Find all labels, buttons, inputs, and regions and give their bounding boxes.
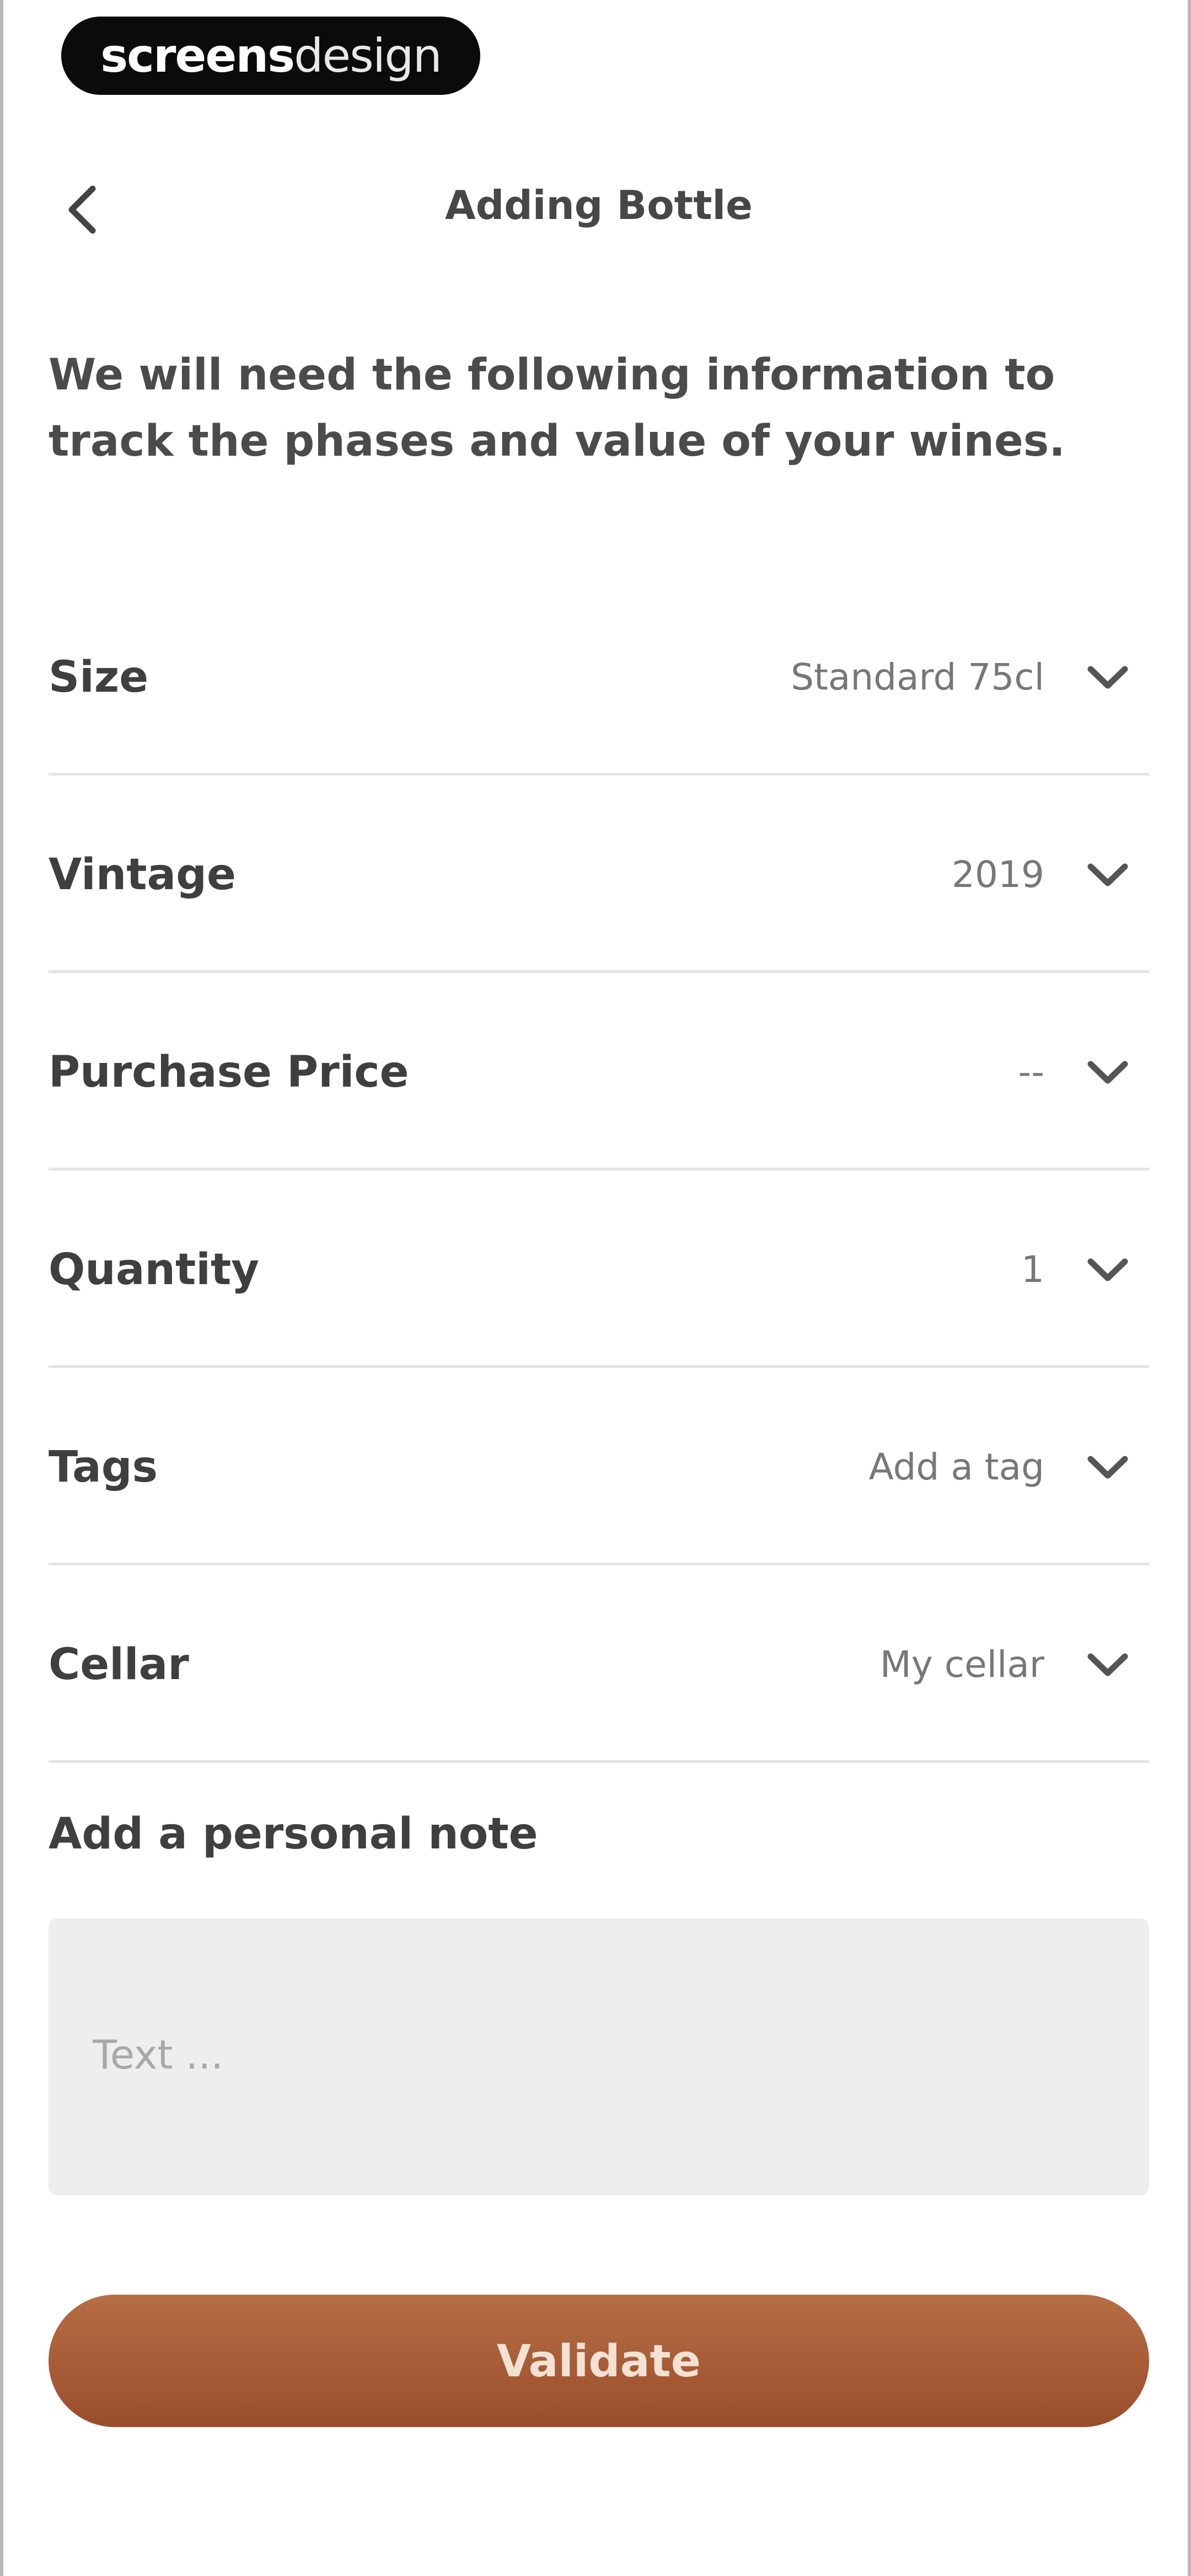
watermark-text-light: design [294,29,442,83]
field-label: Quantity [49,1245,260,1295]
field-row-purchase-price[interactable]: Purchase Price -- [49,974,1149,1171]
chevron-down-icon [1087,863,1128,886]
field-label: Tags [49,1442,158,1492]
field-label: Vintage [49,850,236,900]
field-row-cellar[interactable]: Cellar My cellar [49,1567,1149,1763]
field-row-quantity[interactable]: Quantity 1 [49,1172,1149,1368]
chevron-down-icon [1087,666,1128,689]
field-row-vintage[interactable]: Vintage 2019 [49,777,1149,973]
chevron-down-icon [1087,1061,1128,1084]
chevron-down-icon [1087,1258,1128,1281]
field-label: Size [49,653,149,702]
personal-note-label: Add a personal note [49,1809,538,1859]
field-value: 1 [1021,1248,1044,1291]
field-value: -- [1018,1051,1044,1093]
field-label: Purchase Price [49,1047,409,1097]
field-value: My cellar [879,1643,1044,1686]
chevron-down-icon [1087,1653,1128,1676]
app-screen: screens design Adding Bottle We will need… [0,0,1191,2576]
watermark-text-bold: screens [100,29,295,83]
field-value: Standard 75cl [791,656,1044,698]
page-title: Adding Bottle [444,182,753,228]
field-value: 2019 [952,853,1044,896]
field-value: Add a tag [868,1446,1044,1488]
screensdesign-watermark: screens design [61,17,480,95]
intro-text: We will need the following information t… [49,350,1065,466]
chevron-down-icon [1087,1456,1128,1479]
field-row-tags[interactable]: Tags Add a tag [49,1369,1149,1565]
field-row-size[interactable]: Size Standard 75cl [49,579,1149,776]
personal-note-input[interactable] [49,1918,1149,2195]
field-label: Cellar [49,1640,189,1690]
validate-button[interactable]: Validate [49,2295,1149,2427]
